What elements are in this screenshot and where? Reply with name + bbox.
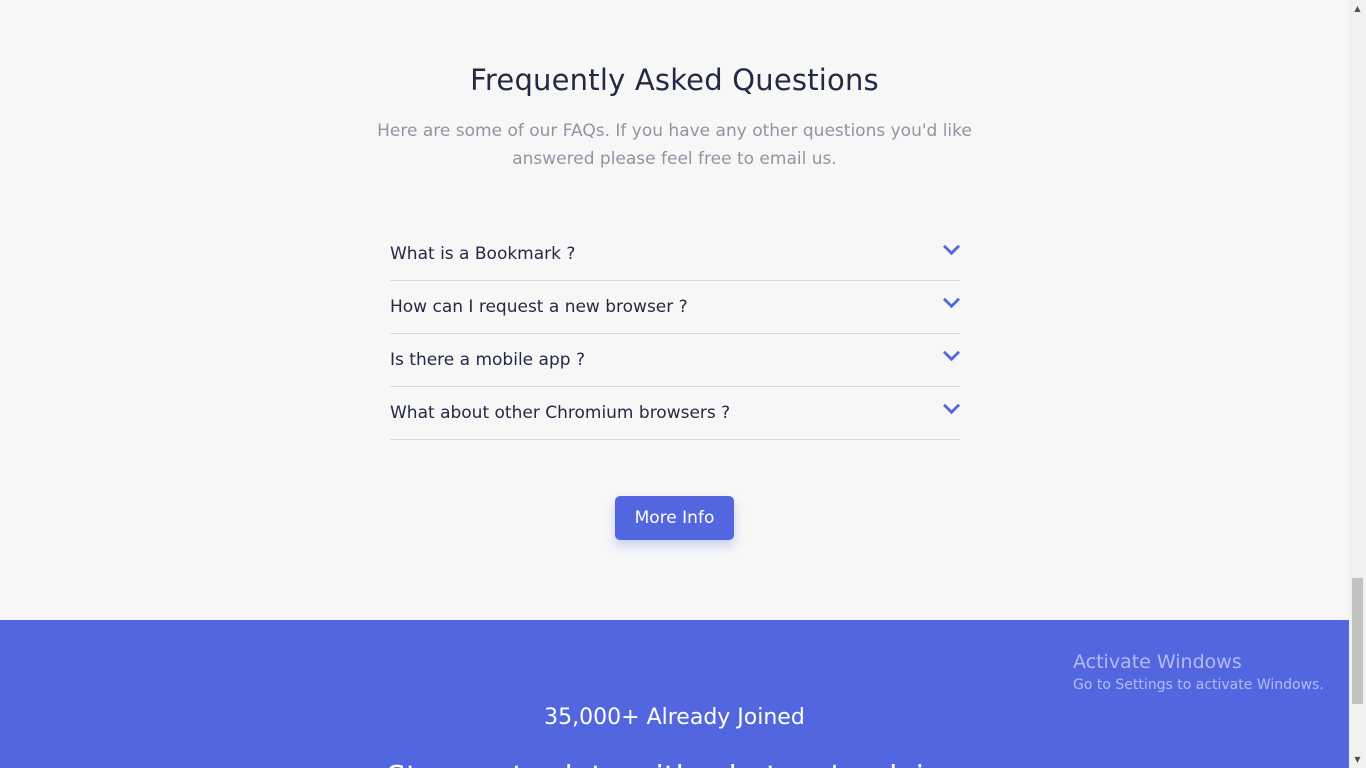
join-section: 35,000+ Already Joined Stay up-to-date w… (0, 620, 1349, 768)
faq-section: Frequently Asked Questions Here are some… (0, 0, 1349, 620)
faq-question: What is a Bookmark ? (390, 244, 576, 264)
chevron-down-icon[interactable] (943, 297, 960, 309)
join-count: 35,000+ Already Joined (544, 705, 805, 730)
faq-accordion: What is a Bookmark ? How can I request a… (390, 228, 960, 440)
chevron-down-icon[interactable] (943, 350, 960, 362)
faq-item-bookmark[interactable]: What is a Bookmark ? (390, 228, 960, 281)
faq-question: How can I request a new browser ? (390, 297, 688, 317)
faq-question: Is there a mobile app ? (390, 350, 585, 370)
vertical-scrollbar[interactable]: ▲ ▼ (1349, 0, 1366, 768)
scrollbar-thumb[interactable] (1352, 578, 1363, 704)
browser-viewport: Frequently Asked Questions Here are some… (0, 0, 1366, 768)
scroll-up-arrow-icon[interactable]: ▲ (1349, 0, 1366, 17)
faq-item-mobile-app[interactable]: Is there a mobile app ? (390, 334, 960, 387)
chevron-down-icon[interactable] (943, 244, 960, 256)
chevron-down-icon[interactable] (943, 403, 960, 415)
faq-question: What about other Chromium browsers ? (390, 403, 731, 423)
faq-item-request-browser[interactable]: How can I request a new browser ? (390, 281, 960, 334)
faq-item-chromium[interactable]: What about other Chromium browsers ? (390, 387, 960, 440)
faq-subtitle: Here are some of our FAQs. If you have a… (377, 121, 972, 169)
scroll-down-arrow-icon[interactable]: ▼ (1349, 751, 1366, 768)
more-info-button[interactable]: More Info (615, 496, 734, 540)
page-content: Frequently Asked Questions Here are some… (0, 0, 1349, 768)
join-heading: Stay up-to-date with what we're doing (0, 758, 1349, 768)
faq-title: Frequently Asked Questions (470, 63, 879, 97)
